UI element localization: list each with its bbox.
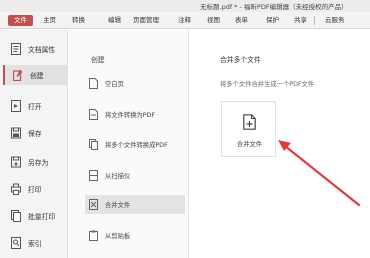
sidebar-item-print[interactable]: 打印 xyxy=(3,179,67,199)
menu-view[interactable]: 视图 xyxy=(204,15,223,26)
panel-title: 合并多个文件 xyxy=(220,56,261,64)
create-item-label: 从扫描仪 xyxy=(105,173,131,180)
sidebar-item-label: 保存 xyxy=(28,130,42,138)
index-icon xyxy=(11,237,21,249)
create-multi-file-to-pdf[interactable]: 将多个文件转换成PDF xyxy=(85,135,185,154)
menu-bar: 文件 主页 转换 编辑 页面管理 注释 视图 表单 保护 共享 云服务 xyxy=(0,12,370,29)
scanner-icon xyxy=(89,170,98,181)
menu-file[interactable]: 文件 xyxy=(8,15,33,26)
sidebar-item-index[interactable]: 索引 xyxy=(3,233,67,253)
menu-cloud-service[interactable]: 云服务 xyxy=(322,15,348,26)
create-item-label: 合并文件 xyxy=(105,202,131,209)
open-icon xyxy=(11,100,21,112)
menu-share[interactable]: 共享 xyxy=(291,15,310,26)
menu-divider xyxy=(314,16,315,25)
title-bar: 无标题.pdf * - 福昕PDF编辑器（未经授权的产品） xyxy=(0,0,370,12)
batch-print-icon xyxy=(11,210,21,222)
create-from-scanner[interactable]: 从扫描仪 xyxy=(85,166,185,185)
create-from-clipboard[interactable]: 从剪贴板 xyxy=(85,226,185,245)
document-properties-icon xyxy=(11,43,21,55)
menu-form[interactable]: 表单 xyxy=(232,15,251,26)
menu-page-management[interactable]: 页面管理 xyxy=(130,15,162,26)
create-blank-page[interactable]: 空白页 xyxy=(85,74,185,93)
sidebar-item-document-properties[interactable]: 文档属性 xyxy=(3,39,67,59)
create-item-label: 将多个文件转换成PDF xyxy=(105,142,168,149)
create-item-label: 空白页 xyxy=(105,81,124,88)
create-icon xyxy=(13,69,23,81)
panel-description: 将多个文件合并生成一个PDF文件 xyxy=(220,81,315,88)
multi-file-to-pdf-icon xyxy=(89,139,98,150)
menu-convert[interactable]: 转换 xyxy=(69,15,88,26)
merge-files-button-label: 合并文件 xyxy=(236,141,263,148)
sidebar-item-create[interactable]: 创建 xyxy=(3,65,67,85)
create-merge-files[interactable]: 合并文件 xyxy=(85,195,185,214)
sidebar-item-open[interactable]: 打开 xyxy=(3,96,67,116)
create-panel-header: 创建 xyxy=(91,56,105,64)
blank-page-icon xyxy=(89,78,98,89)
save-icon xyxy=(11,127,21,139)
merge-files-button[interactable]: 合并文件 xyxy=(221,101,276,157)
menu-protect[interactable]: 保护 xyxy=(263,15,282,26)
sidebar-item-label: 打开 xyxy=(28,103,42,111)
merge-document-icon xyxy=(243,114,256,130)
sidebar-item-save-as[interactable]: 另存为 xyxy=(3,152,67,172)
sidebar-item-save[interactable]: 保存 xyxy=(3,123,67,143)
file-to-pdf-icon xyxy=(89,109,98,120)
file-sidebar: 文档属性 创建 打开 保存 另存为 打印 批量打印 索引 xyxy=(0,30,68,258)
sidebar-item-label: 文档属性 xyxy=(28,46,56,54)
merge-files-icon xyxy=(89,199,98,210)
sidebar-item-label: 另存为 xyxy=(28,159,49,167)
print-icon xyxy=(11,183,21,195)
sidebar-item-label: 批量打印 xyxy=(28,213,56,221)
create-item-label: 从剪贴板 xyxy=(105,233,131,240)
sidebar-item-label: 索引 xyxy=(28,240,42,248)
sidebar-item-batch-print[interactable]: 批量打印 xyxy=(3,206,67,226)
create-item-label: 将文件转换为PDF xyxy=(105,112,156,119)
menu-home[interactable]: 主页 xyxy=(40,15,59,26)
sidebar-item-label: 创建 xyxy=(30,72,44,80)
menu-comment[interactable]: 注释 xyxy=(175,15,194,26)
sidebar-item-label: 打印 xyxy=(28,186,42,194)
menu-edit[interactable]: 编辑 xyxy=(105,15,124,26)
create-file-to-pdf[interactable]: 将文件转换为PDF xyxy=(85,105,185,124)
clipboard-icon xyxy=(89,230,98,241)
create-panel: 创建 空白页 将文件转换为PDF 将多个文件转换成PDF 从扫描仪 合并文件 从… xyxy=(69,30,189,258)
save-as-icon xyxy=(11,156,21,168)
merge-files-panel: 合并多个文件 将多个文件合并生成一个PDF文件 合并文件 xyxy=(190,30,370,258)
window-title: 无标题.pdf * - 福昕PDF编辑器（未经授权的产品） xyxy=(200,3,348,11)
